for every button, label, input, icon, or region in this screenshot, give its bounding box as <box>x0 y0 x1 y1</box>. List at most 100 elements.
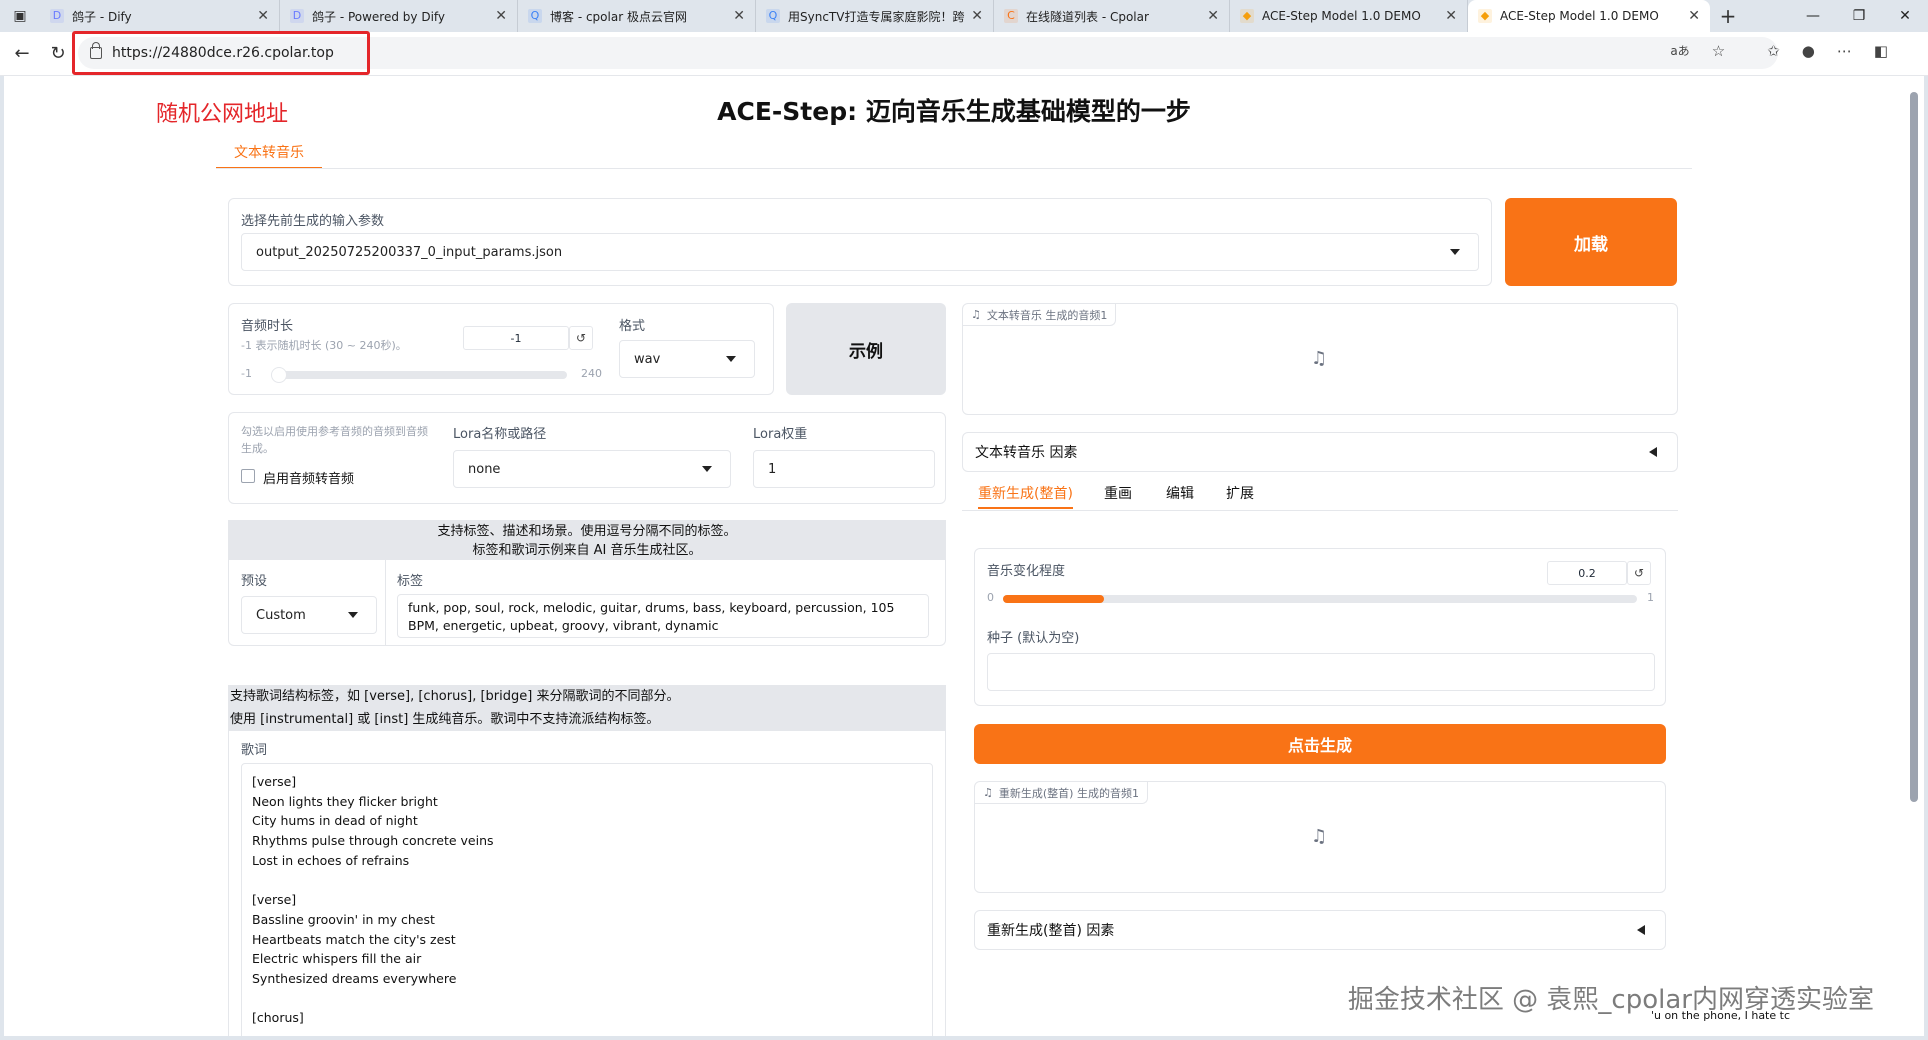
tab-close-icon[interactable]: ✕ <box>1207 8 1219 24</box>
duration-number-input[interactable]: -1 <box>463 326 569 350</box>
lora-weight-value: 1 <box>768 461 777 477</box>
lyrics-panel: 歌词 [verse] Neon lights they flicker brigh… <box>228 731 946 1036</box>
page-content: 随机公网地址 ACE-Step: 迈向音乐生成基础模型的一步 文本转音乐 选择先… <box>4 76 1904 1036</box>
tab-close-icon[interactable]: ✕ <box>1445 8 1457 24</box>
lora-weight-label: Lora权重 <box>753 427 808 442</box>
tab-close-icon[interactable]: ✕ <box>257 8 269 24</box>
variation-max: 1 <box>1647 591 1654 604</box>
lyrics-label: 歌词 <box>241 743 268 758</box>
regen-factors-accordion[interactable]: 重新生成(整首) 因素 <box>974 910 1666 950</box>
window-controls: — ❐ ✕ <box>1790 0 1928 32</box>
preset-select[interactable]: Custom <box>241 596 377 634</box>
example-button[interactable]: 示例 <box>786 303 946 395</box>
duration-slider-handle[interactable] <box>271 367 287 383</box>
more-menu-icon[interactable]: ⋯ <box>1837 42 1852 60</box>
variation-reset-icon[interactable]: ↺ <box>1627 561 1651 585</box>
browser-tab[interactable]: ◆ ACE-Step Model 1.0 DEMO ✕ <box>1468 0 1710 32</box>
reload-icon[interactable]: ↻ <box>40 36 76 72</box>
lora-panel: 勾选以启用使用参考音频的音频到音频生成。 启用音频转音频 Lora名称或路径 n… <box>228 412 946 504</box>
output-audio-2-label: 重新生成(整首) 生成的音频1 <box>998 786 1139 800</box>
tab-favicon-icon: ◆ <box>1478 9 1492 23</box>
variation-slider[interactable] <box>1003 595 1637 603</box>
duration-label: 音频时长 <box>241 319 294 334</box>
browser-tab[interactable]: ◆ ACE-Step Model 1.0 DEMO ✕ <box>1230 0 1468 32</box>
seed-input[interactable] <box>987 653 1655 691</box>
params-label: 选择先前生成的输入参数 <box>241 214 385 229</box>
lyrics-line: Electric whispers fill the air <box>252 951 422 967</box>
preset-label: 预设 <box>241 574 268 589</box>
load-button[interactable]: 加载 <box>1505 198 1677 286</box>
lyrics-line: Rhythms pulse through concrete veins <box>252 833 494 849</box>
chevron-down-icon <box>1450 249 1460 255</box>
audio2audio-hint: 勾选以启用使用参考音频的音频到音频生成。 <box>241 425 428 455</box>
audio2audio-checkbox[interactable] <box>241 469 255 483</box>
lora-name-select[interactable]: none <box>453 450 731 488</box>
browser-tab[interactable]: C 在线隧道列表 - Cpolar ✕ <box>994 0 1230 32</box>
tab-close-icon[interactable]: ✕ <box>1688 8 1700 24</box>
subtab-extend[interactable]: 扩展 <box>1226 481 1254 509</box>
tab-favicon-icon: ◆ <box>1240 9 1254 23</box>
browser-tab-bar: ▣ D 鸽子 - Dify ✕ D 鸽子 - Powered by Dify ✕ Q 博客 -… <box>0 0 1928 32</box>
profile-avatar-icon[interactable]: ● <box>1802 42 1815 60</box>
toolbar-icons: aあ ☆ ✩ ● ⋯ ◧ <box>1670 42 1888 60</box>
tab-title: 博客 - cpolar 极点云官网 <box>550 9 687 24</box>
tab-title: 鸽子 - Dify <box>72 9 132 24</box>
tab-favicon-icon: D <box>290 9 304 23</box>
variation-panel: 音乐变化程度 0.2 ↺ 0 1 种子 (默认为空) <box>974 548 1666 706</box>
maximize-icon[interactable]: ❐ <box>1836 0 1882 32</box>
sidebar-icon[interactable]: ◧ <box>1874 42 1888 60</box>
lyrics-line <box>252 989 922 1009</box>
browser-tab[interactable]: D 鸽子 - Powered by Dify ✕ <box>280 0 518 32</box>
tab-close-icon[interactable]: ✕ <box>733 8 745 24</box>
music-note-icon: ♫ <box>1311 348 1328 369</box>
back-icon[interactable]: ← <box>4 36 40 72</box>
favorite-star-icon[interactable]: ☆ <box>1712 42 1725 60</box>
subtab-repaint[interactable]: 重画 <box>1104 481 1132 509</box>
params-panel: 选择先前生成的输入参数 output_20250725200337_0_inpu… <box>228 198 1492 286</box>
browser-tab[interactable]: Q 博客 - cpolar 极点云官网 ✕ <box>518 0 756 32</box>
lyrics-line: [chorus] <box>252 1010 304 1026</box>
subtab-edit[interactable]: 编辑 <box>1166 481 1194 509</box>
tab-title: 在线隧道列表 - Cpolar <box>1026 9 1149 24</box>
new-tab-button[interactable]: + <box>1710 4 1746 28</box>
tab-favicon-icon: D <box>50 9 64 23</box>
tab-close-icon[interactable]: ✕ <box>495 8 507 24</box>
tab-title: ACE-Step Model 1.0 DEMO <box>1262 9 1421 23</box>
params-select[interactable]: output_20250725200337_0_input_params.jso… <box>241 233 1479 271</box>
lyrics-line <box>252 870 922 890</box>
output-audio-1: ♫ 文本转音乐 生成的音频1 ♫ <box>962 303 1678 415</box>
music-note-icon: ♫ <box>1311 826 1328 847</box>
scrollbar-thumb[interactable] <box>1910 92 1918 802</box>
format-select[interactable]: wav <box>619 340 755 378</box>
tab-text-to-music[interactable]: 文本转音乐 <box>216 140 322 169</box>
page-scrollbar[interactable] <box>1904 76 1924 1036</box>
favorites-list-icon[interactable]: ✩ <box>1767 42 1780 60</box>
subtab-regenerate[interactable]: 重新生成(整首) <box>978 481 1073 509</box>
tab-close-icon[interactable]: ✕ <box>971 8 983 24</box>
collapse-triangle-icon <box>1649 447 1657 457</box>
lyrics-info-line2: 使用 [instrumental] 或 [inst] 生成纯音乐。歌词中不支持流… <box>230 712 660 727</box>
lyrics-line: Bassline groovin' in my chest <box>252 911 435 927</box>
close-window-icon[interactable]: ✕ <box>1882 0 1928 32</box>
read-aloud-icon[interactable]: aあ <box>1670 42 1689 60</box>
minimize-icon[interactable]: — <box>1790 0 1836 32</box>
lyrics-textarea[interactable]: [verse] Neon lights they flicker bright Ci… <box>241 763 933 1036</box>
duration-reset-icon[interactable]: ↺ <box>569 326 593 350</box>
output-audio-1-label: 文本转音乐 生成的音频1 <box>986 308 1108 322</box>
tags-info-banner: 支持标签、描述和场景。使用逗号分隔不同的标签。 标签和歌词示例来自 AI 音乐生… <box>228 520 946 560</box>
factors-accordion[interactable]: 文本转音乐 因素 <box>962 432 1678 472</box>
tags-info-line1: 支持标签、描述和场景。使用逗号分隔不同的标签。 <box>437 524 737 539</box>
preset-select-value: Custom <box>256 607 306 623</box>
lora-weight-input[interactable]: 1 <box>753 450 935 488</box>
tab-title: 用SyncTV打造专属家庭影院！跨 <box>788 9 965 24</box>
duration-slider[interactable] <box>271 367 567 383</box>
lyrics-line: Synthesized dreams everywhere <box>252 970 457 986</box>
params-select-value: output_20250725200337_0_input_params.jso… <box>256 244 563 260</box>
browser-tab[interactable]: D 鸽子 - Dify ✕ <box>40 0 280 32</box>
tab-actions-icon[interactable]: ▣ <box>0 0 40 32</box>
lora-name-value: none <box>468 461 501 477</box>
tags-textarea[interactable]: funk, pop, soul, rock, melodic, guitar, … <box>397 594 929 638</box>
variation-number-input[interactable]: 0.2 <box>1547 561 1627 585</box>
browser-tab[interactable]: Q 用SyncTV打造专属家庭影院！跨 ✕ <box>756 0 994 32</box>
generate-button[interactable]: 点击生成 <box>974 724 1666 764</box>
